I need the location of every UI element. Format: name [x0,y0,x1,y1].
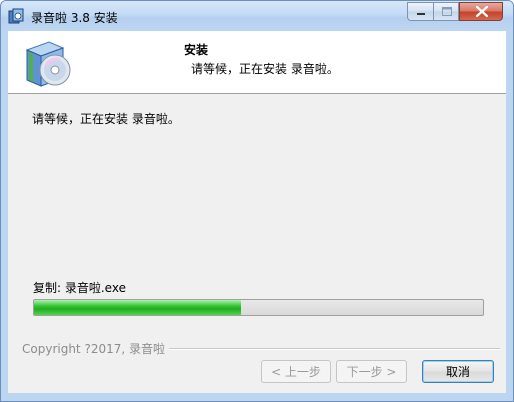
window-title: 录音啦 3.8 安装 [31,11,118,25]
maximize-icon [442,7,452,16]
minimize-button[interactable] [407,2,433,21]
installer-box-icon [19,36,79,90]
install-body: 请等候，正在安装 录音啦。 复制: 录音啦.exe Copyright ?201… [8,94,506,393]
progress-fill [34,300,241,315]
close-button[interactable] [459,2,503,21]
header-title: 安装 [184,43,209,57]
next-button[interactable]: 下一步 > [336,360,407,383]
maximize-button[interactable] [433,2,459,21]
progress-bar [33,299,484,316]
title-bar[interactable]: 录音啦 3.8 安装 [1,1,513,31]
copyright-text: Copyright ?2017, 录音啦 [22,340,169,357]
header-panel: 安装 请等候，正在安装 录音啦。 [8,31,506,94]
installer-window: 录音啦 3.8 安装 安装 请等候，正在安装 录音啦。 请等候，正在安装 录音啦… [0,0,514,402]
app-icon [8,8,24,24]
header-subtitle: 请等候，正在安装 录音啦。 [191,62,339,76]
minimize-icon [417,13,425,15]
status-text: 请等候，正在安装 录音啦。 [32,112,180,126]
current-file-text: 复制: 录音啦.exe [33,281,126,295]
back-button[interactable]: < 上一步 [261,360,331,383]
cancel-button[interactable]: 取消 [422,360,494,383]
close-icon [475,5,489,18]
